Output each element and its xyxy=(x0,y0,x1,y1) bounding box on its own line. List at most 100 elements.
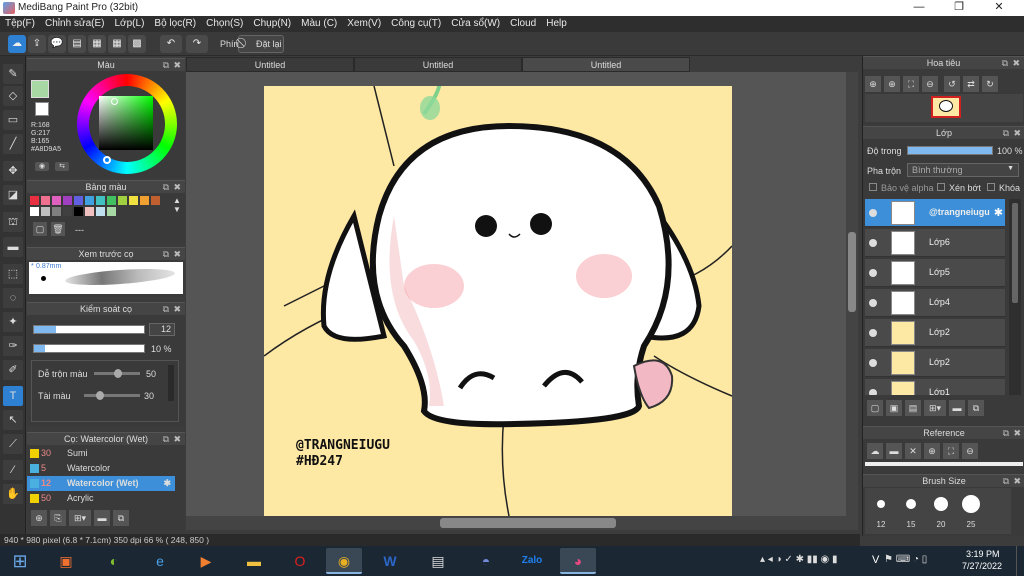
lock-checkbox[interactable] xyxy=(987,183,995,191)
close-icon[interactable]: ✖ xyxy=(1013,127,1021,140)
palette-swatch[interactable] xyxy=(63,207,72,216)
palette-swatch[interactable] xyxy=(151,196,160,205)
popout-icon[interactable]: ⧉ xyxy=(1003,127,1009,140)
palette-swatch[interactable] xyxy=(52,207,61,216)
menu-item-5[interactable]: Chụp(N) xyxy=(248,16,296,32)
doc-tab-3[interactable]: Untitled xyxy=(522,57,690,72)
layer-row[interactable]: Lớp1 xyxy=(865,379,1005,395)
navigator-preview[interactable] xyxy=(865,94,1023,122)
menu-item-6[interactable]: Màu (C) xyxy=(296,16,342,32)
media-player-icon[interactable]: ▶ xyxy=(188,548,224,574)
operation-tool-icon[interactable]: ↖ xyxy=(3,410,23,430)
flip-icon[interactable]: ⇄ xyxy=(963,76,979,92)
eye-icon[interactable] xyxy=(869,269,877,277)
taskbar-app-2[interactable]: ◐ xyxy=(96,548,132,574)
color-swap-icon[interactable]: ⇆ xyxy=(55,162,69,171)
palette-swatch[interactable] xyxy=(30,196,39,205)
zoom-in-icon[interactable]: ⊕ xyxy=(924,443,940,459)
folder-icon[interactable]: ▬ xyxy=(94,510,110,526)
palette-swatch[interactable] xyxy=(118,196,127,205)
new-layer-icon[interactable]: ▢ xyxy=(867,400,883,416)
layer-row[interactable]: Lớp4 xyxy=(865,289,1005,317)
brush-size-preset[interactable]: 15 xyxy=(897,490,925,532)
palette-swatch[interactable] xyxy=(129,196,138,205)
remove-icon[interactable]: ✕ xyxy=(905,443,921,459)
brush-list-item[interactable]: 50 Acrylic xyxy=(27,491,175,506)
menu-item-3[interactable]: Bộ lọc(R) xyxy=(149,16,201,32)
palette-swatch[interactable] xyxy=(85,196,94,205)
palette-swatch[interactable] xyxy=(30,207,39,216)
palette-swatch[interactable] xyxy=(41,196,50,205)
notepad-icon[interactable]: ▤ xyxy=(420,548,456,574)
fill-tool-icon[interactable]: ◪ xyxy=(3,185,23,205)
open-folder-icon[interactable]: ▬ xyxy=(886,443,902,459)
menu-item-9[interactable]: Cửa sổ(W) xyxy=(446,16,505,32)
brush-size-preset[interactable]: 25 xyxy=(957,490,985,532)
eye-icon[interactable] xyxy=(869,299,877,307)
tile-icon[interactable]: ▩ xyxy=(128,35,146,53)
menu-item-1[interactable]: Chỉnh sửa(E) xyxy=(40,16,110,32)
size-value[interactable]: 12 xyxy=(149,323,175,336)
close-icon[interactable]: ✖ xyxy=(173,303,181,316)
close-icon[interactable]: ✖ xyxy=(173,248,181,261)
primary-color-swatch[interactable] xyxy=(31,80,49,98)
layer-opacity-slider[interactable] xyxy=(907,146,993,155)
close-icon[interactable]: ✖ xyxy=(1013,475,1021,488)
new-palette-icon[interactable]: ▢ xyxy=(33,222,47,236)
layer-row[interactable]: Lớp6 xyxy=(865,229,1005,257)
taskbar-app-1[interactable]: ▣ xyxy=(48,548,84,574)
show-desktop-button[interactable] xyxy=(1016,546,1024,576)
water-slider[interactable] xyxy=(84,391,140,400)
zoom-in-icon[interactable]: ⊕ xyxy=(865,76,881,92)
color-mode-icon[interactable]: ◉ xyxy=(35,162,49,171)
popout-icon[interactable]: ⧉ xyxy=(1003,427,1009,440)
duplicate-layer-icon[interactable]: ⧉ xyxy=(968,400,984,416)
palette-swatch[interactable] xyxy=(41,207,50,216)
popout-icon[interactable]: ⧉ xyxy=(1002,57,1008,70)
rectangle-tool-icon[interactable]: ▭ xyxy=(3,110,23,130)
brush-list-item[interactable]: 5 Watercolor xyxy=(27,461,175,476)
redo-icon[interactable]: ↷ xyxy=(186,35,208,53)
layer-scrollbar[interactable] xyxy=(1009,199,1021,395)
layer-menu-icon[interactable]: ⊞▾ xyxy=(924,400,946,416)
brush-list-item[interactable]: 12 Watercolor (Wet) ✱ xyxy=(27,476,175,491)
start-button[interactable]: ⊞ xyxy=(2,548,38,574)
comic-icon[interactable]: ▤ xyxy=(68,35,86,53)
grid-icon[interactable]: ▦ xyxy=(108,35,126,53)
tray-icons-2[interactable]: ⚑ ⌨ ◔ ▯ xyxy=(884,554,927,565)
close-icon[interactable]: ✖ xyxy=(1013,427,1021,440)
scroll-arrows[interactable]: ▲ ▼ xyxy=(173,196,181,214)
tray-icons[interactable]: ▴ ◂ ◑ ✓ ✱ ▮▮ ◉ ▮ xyxy=(760,554,838,565)
divide-tool-icon[interactable]: ⟋ xyxy=(3,434,23,454)
gradient-tool-icon[interactable]: ▬ xyxy=(3,237,23,257)
chrome-icon[interactable]: ◉ xyxy=(326,548,362,574)
opera-icon[interactable]: O xyxy=(282,548,318,574)
palette-swatch[interactable] xyxy=(107,196,116,205)
word-icon[interactable]: W xyxy=(372,548,408,574)
reset-button[interactable]: ⃠ Đặt lại xyxy=(238,35,284,53)
size-slider[interactable] xyxy=(33,325,145,334)
menu-item-10[interactable]: Cloud xyxy=(505,16,541,32)
close-button[interactable]: ✕ xyxy=(984,0,1014,16)
menu-item-0[interactable]: Tệp(F) xyxy=(0,16,40,32)
magic-wand-icon[interactable]: ✦ xyxy=(3,312,23,332)
select-rect-icon[interactable]: ⬚ xyxy=(3,264,23,284)
saturation-square[interactable] xyxy=(99,96,153,150)
blend-mode-select[interactable]: Bình thường ▼ xyxy=(907,163,1019,177)
eraser-tool-icon[interactable]: ◇ xyxy=(3,86,23,106)
menu-item-11[interactable]: Help xyxy=(541,16,572,32)
medibang-icon[interactable]: ◕ xyxy=(560,548,596,574)
palette-swatch[interactable] xyxy=(107,207,116,216)
add-brush-icon[interactable]: ⊕ xyxy=(31,510,47,526)
duplicate-icon[interactable]: ⧉ xyxy=(113,510,129,526)
eye-icon[interactable] xyxy=(869,389,877,395)
brush-size-preset[interactable]: 12 xyxy=(867,490,895,532)
close-icon[interactable]: ✖ xyxy=(173,433,181,446)
layer-row[interactable]: Lớp5 xyxy=(865,259,1005,287)
lasso-icon[interactable]: ◌ xyxy=(3,288,23,308)
popout-icon[interactable]: ⧉ xyxy=(163,248,169,261)
undo-icon[interactable]: ↶ xyxy=(160,35,182,53)
cloud-download-icon[interactable]: ☁ xyxy=(867,443,883,459)
clock-date[interactable]: 7/27/2022 xyxy=(962,561,1002,571)
fit-icon[interactable]: ⛶ xyxy=(903,76,919,92)
